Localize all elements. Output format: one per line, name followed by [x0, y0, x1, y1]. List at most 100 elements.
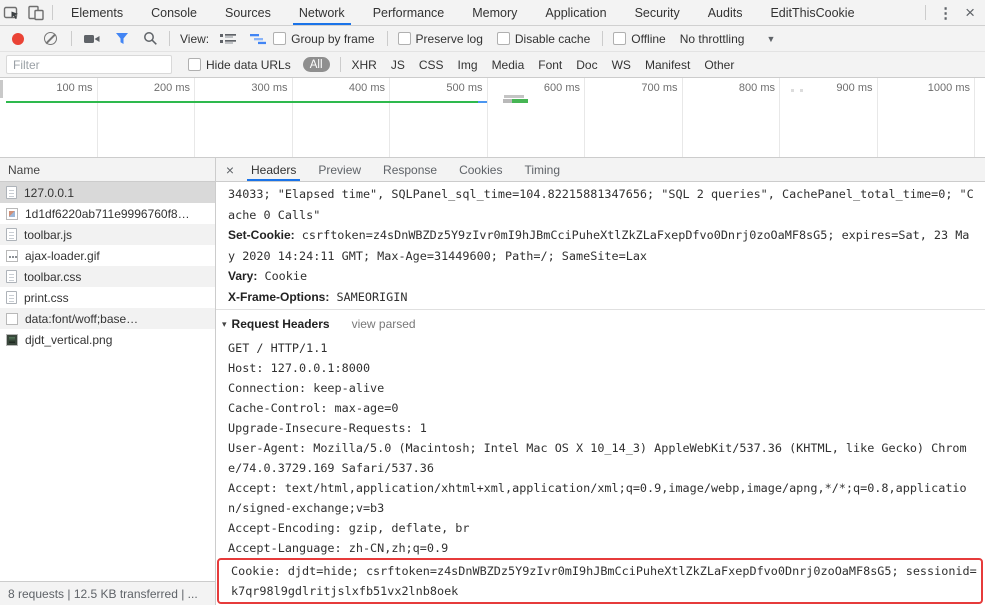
divider — [925, 5, 927, 20]
request-details-panel: × Headers Preview Response Cookies Timin… — [216, 158, 985, 605]
offline-checkbox[interactable] — [613, 32, 627, 45]
tab-elements[interactable]: Elements — [57, 0, 137, 25]
filter-type-doc[interactable]: Doc — [576, 58, 597, 72]
hide-data-urls-checkbox[interactable] — [188, 58, 201, 71]
status-bar: 8 requests | 12.5 KB transferred | ... — [0, 581, 215, 605]
filter-type-font[interactable]: Font — [538, 58, 562, 72]
record-icon[interactable] — [12, 32, 24, 45]
raw-header-line: User-Agent: Mozilla/5.0 (Macintosh; Inte… — [228, 441, 967, 455]
network-overview-timeline[interactable]: 100 ms 200 ms 300 ms 400 ms 500 ms 600 m… — [0, 78, 985, 158]
filter-type-css[interactable]: CSS — [419, 58, 444, 72]
timeline-tick: 200 ms — [98, 78, 195, 157]
preserve-log-checkbox[interactable] — [397, 32, 411, 45]
document-icon — [6, 228, 17, 241]
tab-editthiscookie[interactable]: EditThisCookie — [756, 0, 868, 25]
disable-cache-checkbox[interactable] — [496, 32, 510, 45]
name-column-header[interactable]: Name — [0, 158, 215, 182]
filter-icon[interactable] — [115, 32, 129, 45]
table-row[interactable]: djdt_vertical.png — [0, 329, 215, 350]
divider — [52, 5, 53, 20]
overview-request-bar — [503, 99, 528, 103]
header-name: X-Frame-Options: — [228, 289, 330, 304]
tab-preview[interactable]: Preview — [307, 158, 372, 181]
tab-sources[interactable]: Sources — [211, 0, 285, 25]
table-row[interactable]: data:font/woff;base… — [0, 308, 215, 329]
tab-cookies[interactable]: Cookies — [448, 158, 513, 181]
filter-type-js[interactable]: JS — [391, 58, 405, 72]
group-by-frame-checkbox[interactable] — [273, 32, 287, 45]
tab-audits[interactable]: Audits — [694, 0, 757, 25]
close-devtools-icon[interactable]: × — [961, 3, 985, 23]
preserve-log-label[interactable]: Preserve log — [416, 32, 483, 46]
header-value: csrftoken=z4sDnWBZDz5Y9zIvr0mI9hJBmCciPu… — [294, 228, 970, 242]
tab-timing[interactable]: Timing — [513, 158, 571, 181]
show-overview-icon[interactable] — [250, 33, 267, 45]
tab-performance[interactable]: Performance — [359, 0, 459, 25]
request-headers-section[interactable]: ▾ Request Headers view parsed — [216, 310, 985, 338]
inspect-element-icon[interactable] — [0, 1, 24, 25]
header-value: SAMEORIGIN — [329, 289, 408, 304]
timeline-tick: 900 ms — [780, 78, 878, 157]
more-options-icon[interactable]: ⋮ — [930, 4, 961, 22]
filter-type-all[interactable]: All — [302, 57, 330, 72]
document-icon — [6, 186, 17, 199]
expander-triangle-icon[interactable]: ▾ — [222, 319, 227, 330]
view-label: View: — [180, 31, 210, 46]
table-row[interactable]: 1d1df6220ab711e9996760f8… — [0, 203, 215, 224]
offline-label[interactable]: Offline — [631, 32, 665, 46]
tab-application[interactable]: Application — [531, 0, 620, 25]
timeline-tick: 800 ms — [683, 78, 780, 157]
raw-header-line: e/74.0.3729.169 Safari/537.36 — [228, 461, 434, 475]
group-by-frame-label[interactable]: Group by frame — [291, 32, 374, 46]
overview-domcontentloaded-line — [478, 101, 487, 103]
tab-memory[interactable]: Memory — [458, 0, 531, 25]
table-row[interactable]: toolbar.js — [0, 224, 215, 245]
table-row[interactable]: 127.0.0.1 — [0, 182, 215, 203]
devtools-window: Elements Console Sources Network Perform… — [0, 0, 985, 605]
filter-type-img[interactable]: Img — [458, 58, 478, 72]
table-row[interactable]: toolbar.css — [0, 266, 215, 287]
table-row[interactable]: print.css — [0, 287, 215, 308]
filter-type-media[interactable]: Media — [492, 58, 525, 72]
large-request-rows-icon[interactable] — [220, 33, 237, 45]
overview-request-bar — [504, 95, 524, 98]
image-icon — [6, 207, 18, 220]
capture-screenshots-icon[interactable] — [83, 32, 101, 46]
overview-load-line — [6, 101, 478, 103]
filter-input[interactable] — [6, 55, 172, 74]
timeline-tick: 300 ms — [195, 78, 293, 157]
overview-resize-handle[interactable] — [0, 80, 3, 98]
device-toolbar-icon[interactable] — [24, 1, 48, 25]
tab-console[interactable]: Console — [137, 0, 211, 25]
tab-security[interactable]: Security — [621, 0, 694, 25]
table-row[interactable]: ajax-loader.gif — [0, 245, 215, 266]
filter-bar: Hide data URLs All XHR JS CSS Img Media … — [0, 52, 985, 78]
raw-header-line: GET / HTTP/1.1 — [228, 341, 328, 355]
timeline-tick: 500 ms — [390, 78, 488, 157]
filter-type-other[interactable]: Other — [704, 58, 734, 72]
chevron-down-icon[interactable]: ▼ — [766, 34, 775, 44]
view-parsed-link[interactable]: view parsed — [352, 317, 416, 331]
close-details-icon[interactable]: × — [220, 162, 240, 178]
timeline-tick: 100 ms — [0, 78, 98, 157]
document-icon — [6, 270, 17, 283]
search-icon[interactable] — [143, 31, 158, 46]
tab-network[interactable]: Network — [285, 0, 359, 25]
filter-type-manifest[interactable]: Manifest — [645, 58, 690, 72]
raw-header-line: n/signed-exchange;v=b3 — [228, 501, 385, 515]
highlighted-cookie-header: Cookie: djdt=hide; csrftoken=z4sDnWBZDz5… — [217, 558, 983, 604]
filter-type-xhr[interactable]: XHR — [352, 58, 377, 72]
throttling-select[interactable]: No throttling — [680, 32, 745, 46]
header-value: ache 0 Calls" — [228, 207, 321, 222]
tab-headers[interactable]: Headers — [240, 158, 307, 181]
disable-cache-label[interactable]: Disable cache — [515, 32, 590, 46]
details-tabbar: × Headers Preview Response Cookies Timin… — [216, 158, 985, 182]
divider — [339, 57, 341, 72]
clear-icon[interactable] — [44, 32, 57, 45]
raw-header-line: Cache-Control: max-age=0 — [228, 401, 399, 415]
raw-header-line: Accept: text/html,application/xhtml+xml,… — [228, 481, 967, 495]
tab-response[interactable]: Response — [372, 158, 448, 181]
timeline-tick: 400 ms — [293, 78, 390, 157]
hide-data-urls-label[interactable]: Hide data URLs — [206, 58, 291, 72]
filter-type-ws[interactable]: WS — [612, 58, 631, 72]
